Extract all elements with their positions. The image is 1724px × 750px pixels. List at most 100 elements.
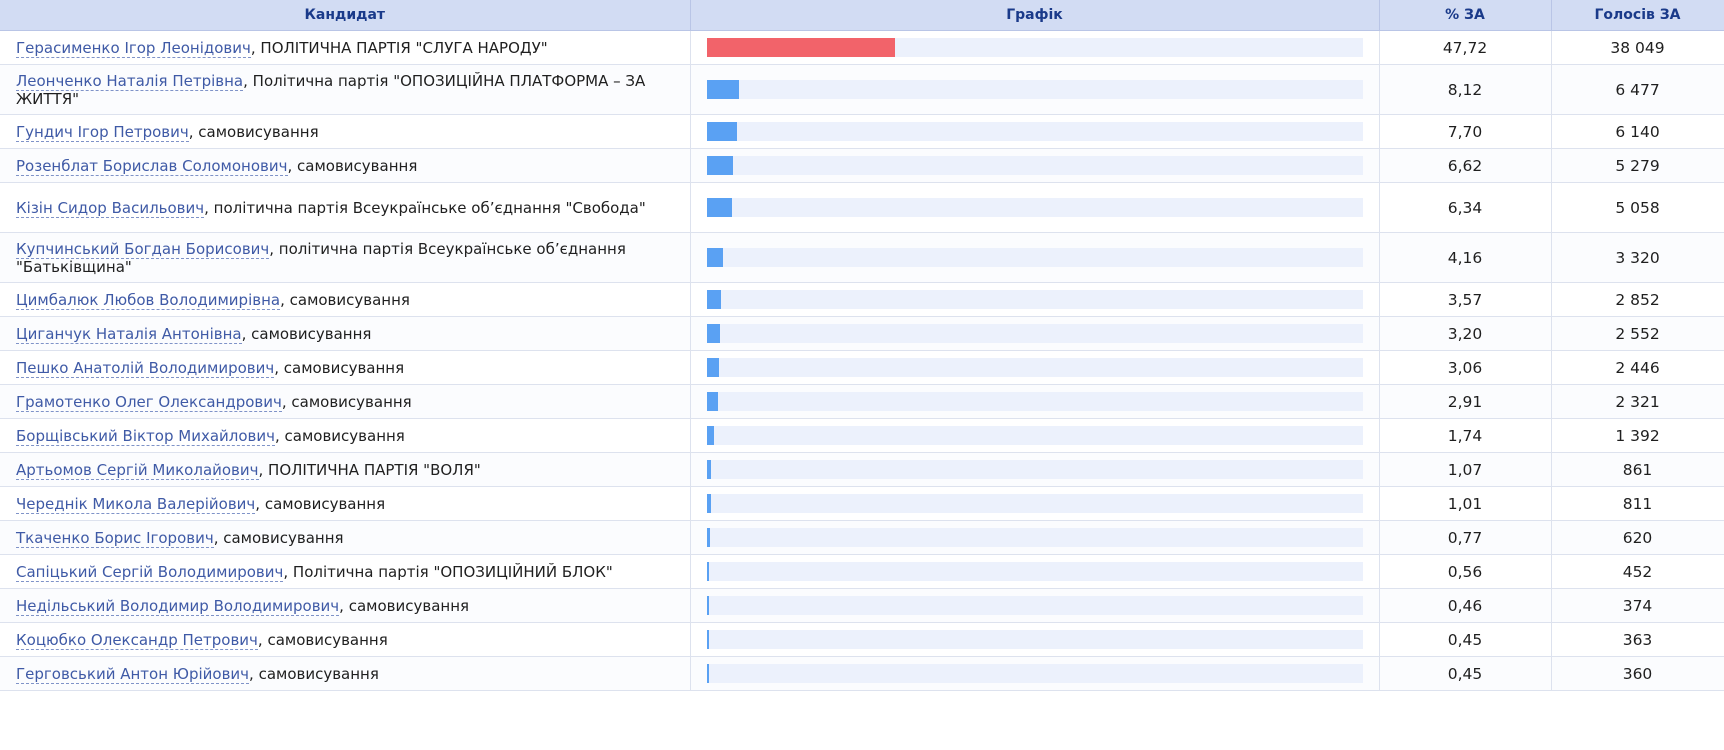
percent-cell: 6,34 xyxy=(1379,182,1552,233)
percent-cell: 1,74 xyxy=(1379,418,1552,453)
votes-cell: 811 xyxy=(1551,486,1724,521)
candidate-cell: Ткаченко Борис Ігорович, самовисування xyxy=(0,520,691,555)
candidate-party: , самовисування xyxy=(281,392,412,411)
vote-bar xyxy=(706,562,709,581)
header-candidate[interactable]: Кандидат xyxy=(0,0,691,31)
vote-bar xyxy=(706,122,737,141)
vote-bar xyxy=(706,290,721,309)
votes-cell: 2 321 xyxy=(1551,384,1724,419)
candidate-name-link[interactable]: Леонченко Наталія Петрівна xyxy=(16,71,244,91)
percent-cell: 8,12 xyxy=(1379,64,1552,115)
candidate-name-link[interactable]: Череднік Микола Валерійович xyxy=(16,494,256,514)
percent-cell: 0,56 xyxy=(1379,554,1552,589)
candidate-party: , самовисування xyxy=(249,664,379,683)
candidate-cell: Гундич Ігор Петрович, самовисування xyxy=(0,114,691,149)
table-row: Череднік Микола Валерійович, самовисуван… xyxy=(0,486,1724,521)
vote-bar-track xyxy=(706,198,1363,217)
percent-cell: 0,77 xyxy=(1379,520,1552,555)
candidate-cell: Череднік Микола Валерійович, самовисуван… xyxy=(0,486,691,521)
vote-bar-track xyxy=(706,324,1363,343)
graph-cell xyxy=(690,64,1380,115)
candidate-name-link[interactable]: Артьомов Сергій Миколайович xyxy=(16,460,259,480)
vote-bar-track xyxy=(706,392,1363,411)
votes-cell: 374 xyxy=(1551,588,1724,623)
candidate-name-link[interactable]: Герговський Антон Юрійович xyxy=(16,664,250,684)
graph-cell xyxy=(690,350,1380,385)
candidate-name-link[interactable]: Грамотенко Олег Олександрович xyxy=(16,392,282,412)
votes-cell: 360 xyxy=(1551,656,1724,691)
candidate-name-link[interactable]: Купчинський Богдан Борисович xyxy=(16,239,270,259)
votes-cell: 3 320 xyxy=(1551,232,1724,283)
votes-cell: 6 477 xyxy=(1551,64,1724,115)
graph-cell xyxy=(690,554,1380,589)
candidate-name-link[interactable]: Борщівський Віктор Михайлович xyxy=(16,426,275,446)
vote-bar xyxy=(706,664,709,683)
candidate-name-link[interactable]: Кізін Сидор Васильович xyxy=(16,198,205,218)
candidate-cell: Коцюбко Олександр Петрович, самовисуванн… xyxy=(0,622,691,657)
candidate-name-link[interactable]: Сапіцький Сергій Володимирович xyxy=(16,562,284,582)
votes-cell: 38 049 xyxy=(1551,30,1724,65)
candidate-party: , самовисування xyxy=(339,596,470,615)
vote-bar-track xyxy=(706,426,1363,445)
graph-cell xyxy=(690,232,1380,283)
percent-cell: 0,45 xyxy=(1379,656,1552,691)
vote-bar xyxy=(706,494,711,513)
votes-cell: 861 xyxy=(1551,452,1724,487)
vote-bar-track xyxy=(706,494,1363,513)
votes-cell: 620 xyxy=(1551,520,1724,555)
candidate-name-link[interactable]: Цимбалюк Любов Володимирівна xyxy=(16,290,281,310)
vote-bar-track xyxy=(706,460,1363,479)
vote-bar xyxy=(706,248,723,267)
candidate-name-link[interactable]: Гундич Ігор Петрович xyxy=(16,122,189,142)
vote-bar xyxy=(706,324,720,343)
candidate-party: , самовисування xyxy=(255,494,386,513)
vote-bar xyxy=(706,156,733,175)
table-row: Кізін Сидор Васильович, політична партія… xyxy=(0,182,1724,233)
header-graph[interactable]: Графік xyxy=(690,0,1380,31)
candidate-name-link[interactable]: Циганчук Наталія Антонівна xyxy=(16,324,242,344)
graph-cell xyxy=(690,316,1380,351)
candidate-party: , самовисування xyxy=(257,630,388,649)
table-row: Герговський Антон Юрійович, самовисуванн… xyxy=(0,656,1724,691)
vote-bar-track xyxy=(706,528,1363,547)
results-body: Герасименко Ігор Леонідович, ПОЛІТИЧНА П… xyxy=(0,30,1724,691)
percent-cell: 4,16 xyxy=(1379,232,1552,283)
graph-cell xyxy=(690,30,1380,65)
votes-cell: 2 552 xyxy=(1551,316,1724,351)
candidate-cell: Артьомов Сергій Миколайович, ПОЛІТИЧНА П… xyxy=(0,452,691,487)
table-row: Грамотенко Олег Олександрович, самовисув… xyxy=(0,384,1724,419)
candidate-party: , самовисування xyxy=(241,324,372,343)
candidate-name-link[interactable]: Коцюбко Олександр Петрович xyxy=(16,630,258,650)
candidate-name-link[interactable]: Герасименко Ігор Леонідович xyxy=(16,38,251,58)
graph-cell xyxy=(690,452,1380,487)
header-votes[interactable]: Голосів ЗА xyxy=(1551,0,1724,31)
vote-bar xyxy=(706,630,709,649)
percent-cell: 0,45 xyxy=(1379,622,1552,657)
vote-bar-track xyxy=(706,664,1363,683)
candidate-name-link[interactable]: Недільський Володимир Володимирович xyxy=(16,596,340,616)
candidate-party: , самовисування xyxy=(274,358,405,377)
vote-bar xyxy=(706,38,895,57)
table-row: Сапіцький Сергій Володимирович, Політичн… xyxy=(0,554,1724,589)
vote-bar xyxy=(706,392,718,411)
percent-cell: 47,72 xyxy=(1379,30,1552,65)
vote-bar-track xyxy=(706,122,1363,141)
graph-cell xyxy=(690,282,1380,317)
candidate-name-link[interactable]: Розенблат Борислав Соломонович xyxy=(16,156,288,176)
candidate-name-link[interactable]: Пешко Анатолій Володимирович xyxy=(16,358,275,378)
graph-cell xyxy=(690,418,1380,453)
table-row: Купчинський Богдан Борисович, політична … xyxy=(0,232,1724,283)
candidate-name-link[interactable]: Ткаченко Борис Ігорович xyxy=(16,528,214,548)
percent-cell: 0,46 xyxy=(1379,588,1552,623)
header-percent[interactable]: % ЗА xyxy=(1379,0,1552,31)
vote-bar xyxy=(706,528,710,547)
vote-bar-track xyxy=(706,248,1363,267)
vote-bar xyxy=(706,426,714,445)
candidate-party: , Політична партія "ОПОЗИЦІЙНИЙ БЛОК" xyxy=(283,562,613,581)
percent-cell: 7,70 xyxy=(1379,114,1552,149)
graph-cell xyxy=(690,622,1380,657)
vote-bar-track xyxy=(706,290,1363,309)
table-row: Недільський Володимир Володимирович, сам… xyxy=(0,588,1724,623)
candidate-cell: Цимбалюк Любов Володимирівна, самовисува… xyxy=(0,282,691,317)
percent-cell: 1,01 xyxy=(1379,486,1552,521)
